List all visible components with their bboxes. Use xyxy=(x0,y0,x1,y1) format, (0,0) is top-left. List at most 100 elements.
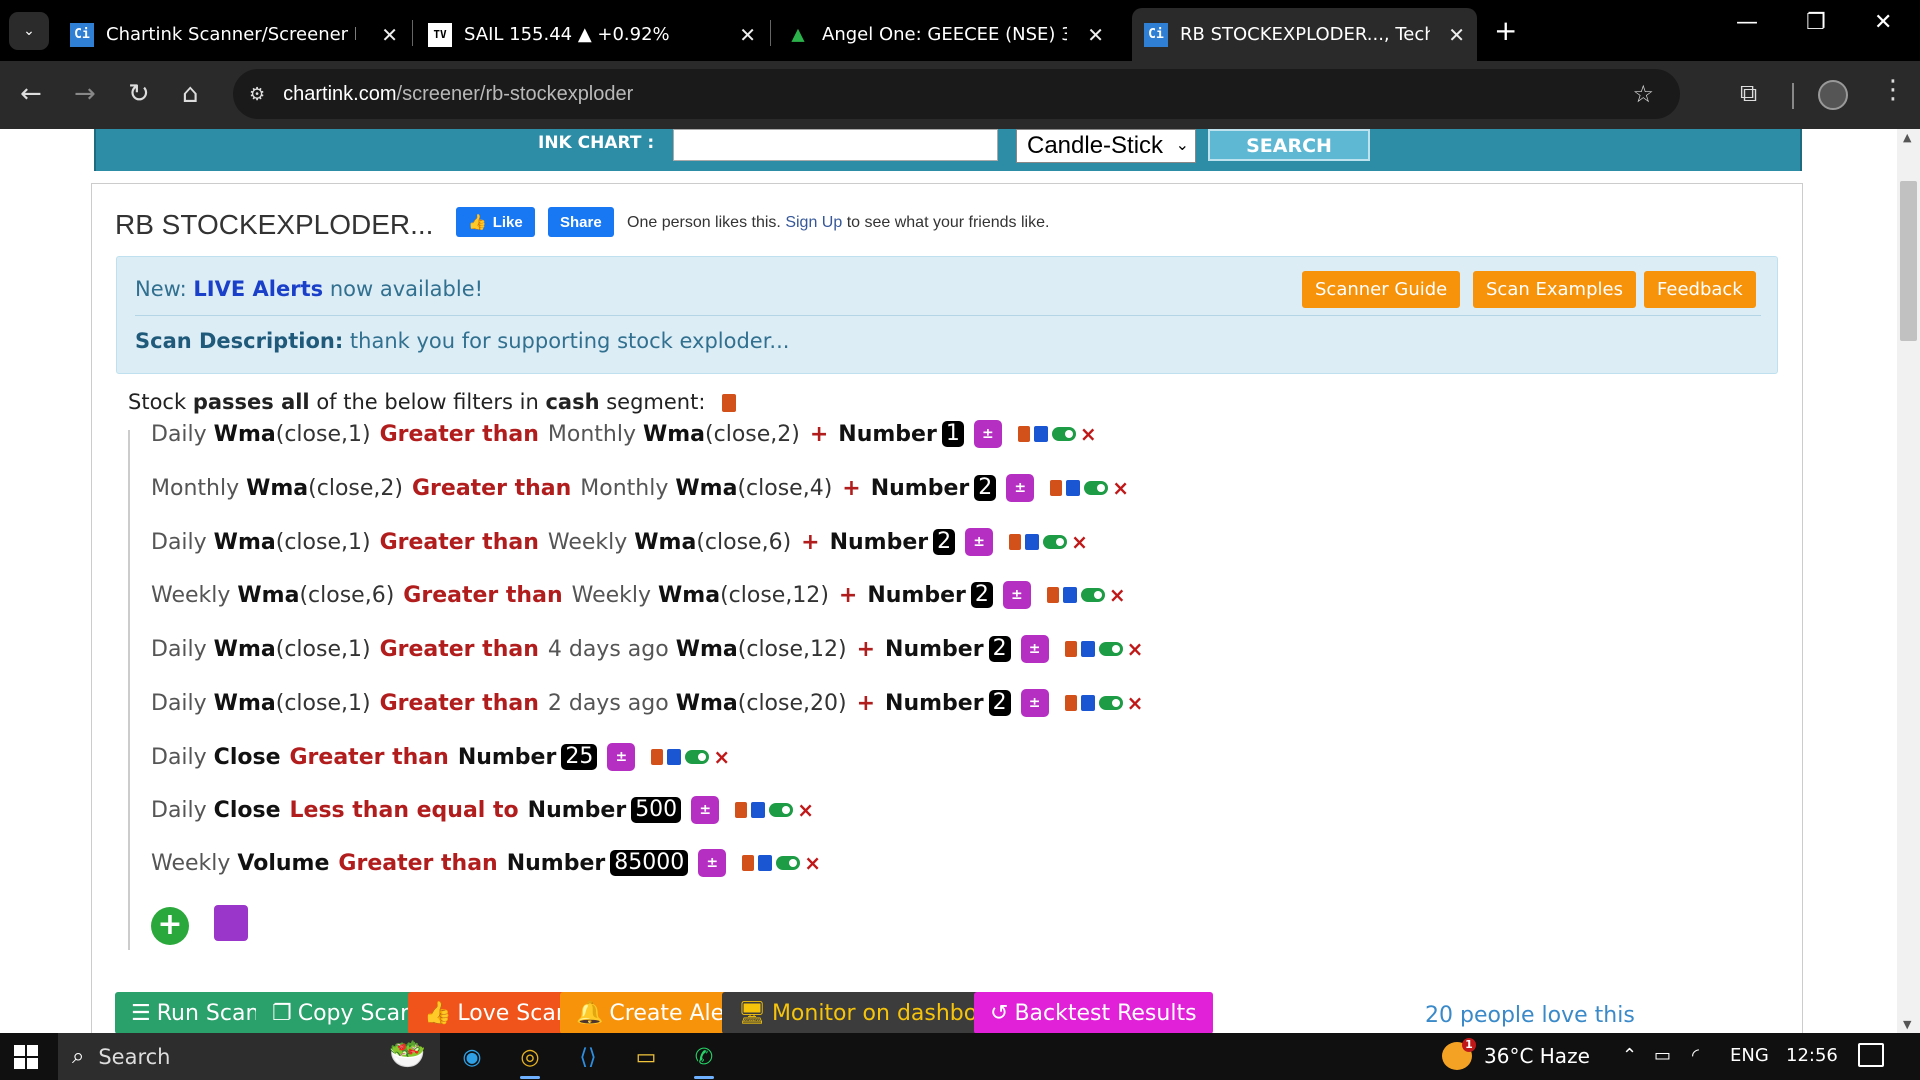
calculator-icon[interactable]: ± xyxy=(973,420,1002,448)
toggle-icon[interactable] xyxy=(685,750,710,764)
timeframe[interactable]: Weekly xyxy=(572,583,651,608)
params[interactable]: close,12 xyxy=(729,583,821,608)
toggle-icon[interactable] xyxy=(1080,588,1105,602)
operator[interactable]: Greater than xyxy=(403,583,562,608)
delete-icon[interactable]: × xyxy=(713,745,730,769)
number-value[interactable]: 1 xyxy=(941,421,964,447)
plus-operator[interactable]: + xyxy=(842,476,860,501)
omnibox[interactable]: ⚙ chartink.com/screener/rb-stockexploder… xyxy=(233,69,1680,119)
passes-all-select[interactable]: passes all xyxy=(193,390,310,414)
indicator[interactable]: Wma xyxy=(676,691,738,716)
restore-icon[interactable]: ❐ xyxy=(1806,10,1826,35)
copy-icon[interactable] xyxy=(651,749,664,765)
tab-rb-stockexploder[interactable]: Ci RB STOCKEXPLODER..., Technica ✕ xyxy=(1132,8,1477,61)
love-count[interactable]: 20 people love this xyxy=(1425,1003,1635,1028)
number-value[interactable]: 2 xyxy=(988,636,1011,662)
whatsapp-icon[interactable]: ✆ xyxy=(686,1039,722,1079)
toggle-icon[interactable] xyxy=(776,856,801,870)
delete-icon[interactable]: × xyxy=(1127,691,1144,715)
scan-examples-button[interactable]: Scan Examples xyxy=(1473,271,1636,308)
clock[interactable]: 12:56 xyxy=(1786,1045,1838,1066)
params[interactable]: close,12 xyxy=(746,637,838,662)
copy-icon[interactable] xyxy=(722,394,737,412)
timeframe[interactable]: Monthly xyxy=(548,422,636,447)
toggle-icon[interactable] xyxy=(1043,535,1068,549)
params[interactable]: close,1 xyxy=(284,691,362,716)
timeframe[interactable]: Weekly xyxy=(151,851,230,876)
plus-operator[interactable]: + xyxy=(810,422,828,447)
number-value[interactable]: 2 xyxy=(970,582,993,608)
calculator-icon[interactable]: ± xyxy=(1020,635,1049,663)
toggle-icon[interactable] xyxy=(1098,696,1123,710)
vscode-icon[interactable]: ⟨⟩ xyxy=(570,1039,606,1075)
copy-icon[interactable] xyxy=(1050,480,1063,496)
close-icon[interactable]: ✕ xyxy=(1448,23,1465,47)
fb-signup-link[interactable]: Sign Up xyxy=(785,214,842,231)
plus-operator[interactable]: + xyxy=(857,637,875,662)
delete-icon[interactable]: × xyxy=(1109,583,1126,607)
indicator[interactable]: Wma xyxy=(214,422,276,447)
copy-icon[interactable] xyxy=(1017,426,1030,442)
indicator[interactable]: Volume xyxy=(237,851,329,876)
segment-select[interactable]: cash xyxy=(545,390,599,414)
search-button[interactable]: SEARCH xyxy=(1208,129,1370,161)
params[interactable]: close,2 xyxy=(317,476,395,501)
scrollbar-thumb[interactable] xyxy=(1900,181,1917,341)
file-explorer-icon[interactable]: ▭ xyxy=(628,1039,664,1075)
duplicate-icon[interactable] xyxy=(758,855,773,871)
close-icon[interactable]: ✕ xyxy=(739,23,756,47)
chart-type-select[interactable]: Candle-Stick ⌄ xyxy=(1016,129,1196,163)
notification-icon[interactable] xyxy=(1858,1043,1884,1067)
url-text[interactable]: chartink.com/screener/rb-stockexploder xyxy=(283,83,633,106)
live-alerts-link[interactable]: LIVE Alerts xyxy=(193,277,323,301)
duplicate-icon[interactable] xyxy=(1033,426,1048,442)
indicator[interactable]: Wma xyxy=(675,476,737,501)
paste-icon[interactable] xyxy=(214,905,248,941)
chrome-icon[interactable]: ◎ xyxy=(512,1039,548,1079)
calculator-icon[interactable]: ± xyxy=(1020,689,1049,717)
calculator-icon[interactable]: ± xyxy=(1006,474,1035,502)
minimize-icon[interactable]: — xyxy=(1736,10,1758,35)
copy-icon[interactable] xyxy=(742,855,755,871)
reload-icon[interactable]: ↻ xyxy=(128,79,150,109)
plus-operator[interactable]: + xyxy=(857,691,875,716)
vertical-scrollbar[interactable]: ▲ ▼ xyxy=(1897,129,1920,1033)
duplicate-icon[interactable] xyxy=(751,802,766,818)
indicator[interactable]: Wma xyxy=(237,583,299,608)
calculator-icon[interactable]: ± xyxy=(607,743,636,771)
delete-icon[interactable]: × xyxy=(797,798,814,822)
delete-icon[interactable]: × xyxy=(804,851,821,875)
toggle-icon[interactable] xyxy=(1084,481,1109,495)
windows-start-icon[interactable] xyxy=(14,1045,38,1069)
timeframe[interactable]: 2 days ago xyxy=(548,691,669,716)
operator[interactable]: Greater than xyxy=(412,476,571,501)
home-icon[interactable]: ⌂ xyxy=(182,79,199,109)
delete-icon[interactable]: × xyxy=(1127,637,1144,661)
indicator[interactable]: Wma xyxy=(214,637,276,662)
indicator[interactable]: Close xyxy=(214,798,281,823)
delete-icon[interactable]: × xyxy=(1080,422,1097,446)
profile-avatar[interactable] xyxy=(1818,80,1848,110)
bookmark-star-icon[interactable]: ☆ xyxy=(1632,80,1654,108)
chevron-up-icon[interactable]: ⌃ xyxy=(1622,1045,1637,1066)
tab-sail[interactable]: TV SAIL 155.44 ▲ +0.92% ✕ xyxy=(428,8,768,61)
scroll-up-icon[interactable]: ▲ xyxy=(1903,131,1911,144)
timeframe[interactable]: Weekly xyxy=(548,530,627,555)
timeframe[interactable]: Daily xyxy=(151,745,207,770)
copy-scan-button[interactable]: ❐ Copy Scan xyxy=(256,992,431,1033)
browser-menu-icon[interactable]: ⋮ xyxy=(1880,75,1906,105)
calculator-icon[interactable]: ± xyxy=(698,849,727,877)
duplicate-icon[interactable] xyxy=(1066,480,1081,496)
close-window-icon[interactable]: ✕ xyxy=(1874,10,1892,35)
number-value[interactable]: 500 xyxy=(631,797,682,823)
toggle-icon[interactable] xyxy=(1098,642,1123,656)
indicator[interactable]: Wma xyxy=(214,530,276,555)
params[interactable]: close,1 xyxy=(284,637,362,662)
timeframe[interactable]: Daily xyxy=(151,798,207,823)
indicator[interactable]: Wma xyxy=(214,691,276,716)
calculator-icon[interactable]: ± xyxy=(965,528,994,556)
plus-operator[interactable]: + xyxy=(839,583,857,608)
calculator-icon[interactable]: ± xyxy=(691,796,720,824)
wifi-icon[interactable]: ◜ xyxy=(1692,1045,1699,1066)
toggle-icon[interactable] xyxy=(769,803,794,817)
